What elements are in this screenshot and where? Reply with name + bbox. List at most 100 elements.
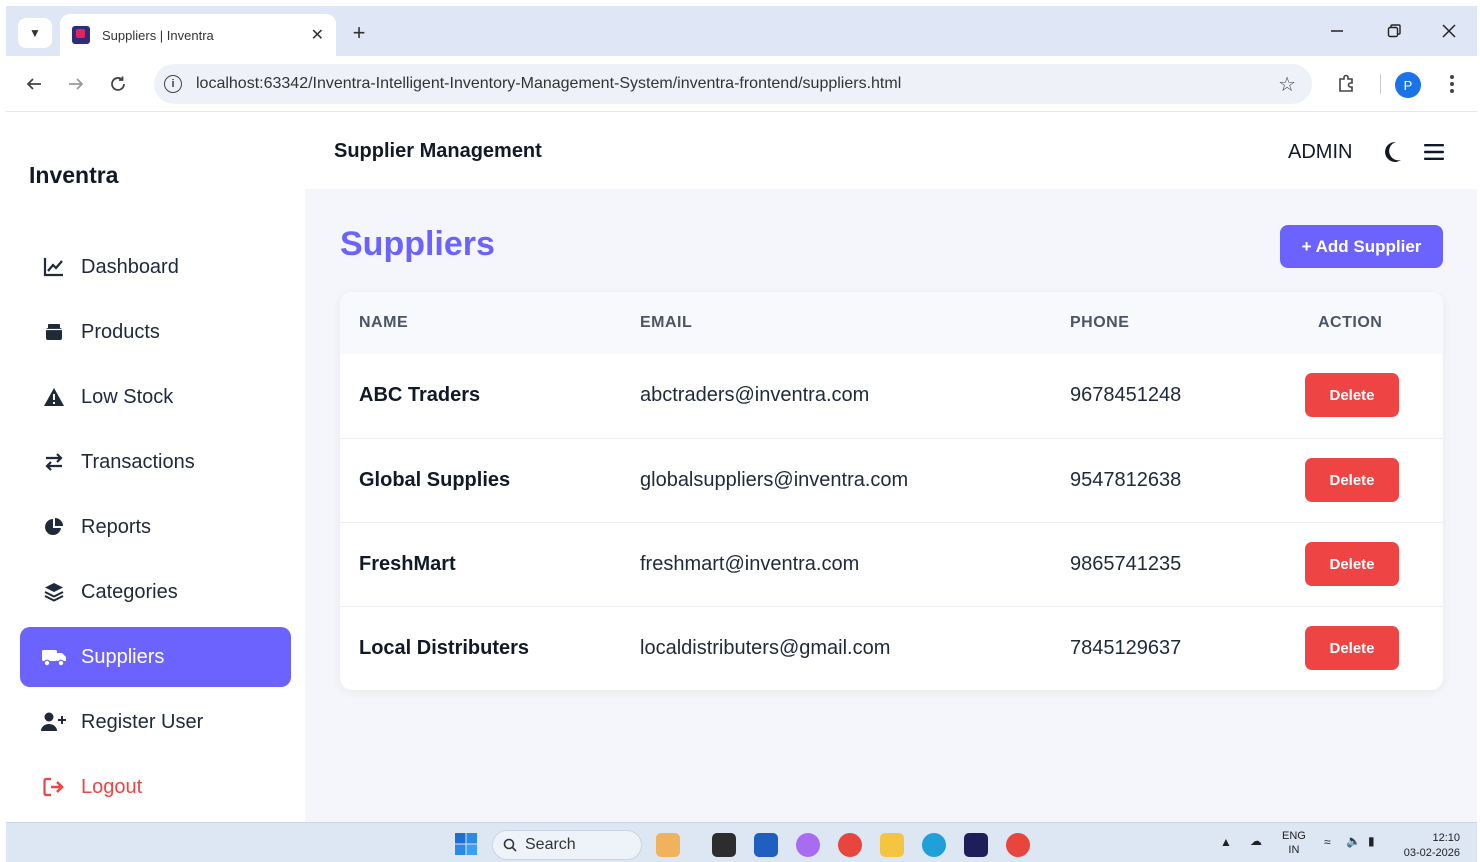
os-taskbar: Search ▲ ☁ ENG IN ≈ 🔈 ▮ 12:10 03-02-2026: [6, 822, 1477, 862]
store-icon[interactable]: [754, 833, 778, 857]
sidebar-item-products[interactable]: Products: [20, 302, 291, 362]
language-indicator[interactable]: ENG IN: [1282, 829, 1306, 857]
browser-tab[interactable]: Suppliers | Inventra ✕: [60, 14, 336, 56]
column-header-name: NAME: [359, 314, 409, 331]
supplier-name: ABC Traders: [359, 384, 481, 406]
cloud-icon[interactable]: ☁: [1250, 834, 1262, 848]
copilot-icon[interactable]: [796, 833, 820, 857]
sidebar-item-label: Transactions: [81, 450, 195, 473]
close-tab-icon[interactable]: ✕: [311, 25, 324, 45]
delete-button[interactable]: Delete: [1305, 542, 1399, 586]
theme-toggle-button[interactable]: [1377, 137, 1407, 167]
sidebar-item-suppliers[interactable]: Suppliers: [20, 627, 291, 687]
profile-avatar[interactable]: P: [1395, 72, 1421, 98]
puzzle-icon: [1339, 74, 1353, 92]
delete-button[interactable]: Delete: [1305, 458, 1399, 502]
box-icon: [41, 320, 67, 344]
table-row: FreshMart freshmart@inventra.com 9865741…: [340, 522, 1443, 606]
browser-menu-button[interactable]: [1442, 70, 1462, 98]
task-view-icon[interactable]: [712, 833, 736, 857]
user-role-label: ADMIN: [1288, 141, 1353, 163]
chevron-up-icon[interactable]: ▲: [1220, 835, 1232, 849]
app-favicon-icon: [72, 26, 90, 44]
extensions-button[interactable]: [1332, 70, 1360, 98]
battery-icon[interactable]: ▮: [1368, 834, 1375, 848]
sidebar-item-label: Categories: [81, 580, 178, 603]
suppliers-table: NAME EMAIL PHONE ACTION ABC Traders abct…: [340, 292, 1443, 690]
main-content: Supplier Management ADMIN Suppliers + Ad…: [305, 113, 1477, 822]
sidebar-item-categories[interactable]: Categories: [20, 562, 291, 622]
top-bar: Supplier Management ADMIN: [305, 113, 1477, 189]
sidebar-item-register-user[interactable]: Register User: [20, 692, 291, 752]
sidebar-item-label: Dashboard: [81, 255, 179, 278]
hamburger-menu-button[interactable]: [1419, 137, 1449, 167]
browser-toolbar: i localhost:63342/Inventra-Intelligent-I…: [6, 56, 1477, 112]
truck-icon: [41, 645, 67, 669]
sidebar-item-reports[interactable]: Reports: [20, 497, 291, 557]
add-supplier-button[interactable]: + Add Supplier: [1280, 225, 1443, 268]
supplier-email: abctraders@inventra.com: [640, 384, 870, 406]
edge-icon[interactable]: [922, 833, 946, 857]
restore-button[interactable]: [1374, 16, 1414, 46]
chrome-active-icon[interactable]: [1006, 833, 1030, 857]
warning-icon: [41, 385, 67, 409]
jetbrains-icon[interactable]: [964, 833, 988, 857]
hamburger-icon: [1424, 144, 1444, 160]
moon-icon: [1385, 141, 1401, 162]
new-tab-button[interactable]: +: [344, 18, 374, 48]
sidebar-item-logout[interactable]: Logout: [20, 757, 291, 817]
widgets-icon[interactable]: [656, 833, 680, 857]
exchange-icon: [41, 450, 67, 474]
windows-start-button[interactable]: [454, 832, 478, 856]
windows-logo-icon: [455, 833, 477, 855]
column-header-phone: PHONE: [1070, 314, 1130, 331]
close-icon: [1442, 24, 1456, 38]
brand-logo-text: Inventra: [29, 162, 119, 188]
layers-icon: [41, 580, 67, 604]
sidebar-item-dashboard[interactable]: Dashboard: [20, 237, 291, 297]
forward-button[interactable]: [62, 70, 90, 98]
supplier-phone: 9865741235: [1070, 553, 1182, 575]
user-plus-icon: [41, 710, 67, 734]
site-info-icon[interactable]: i: [164, 75, 182, 93]
clock-date: 03-02-2026: [1403, 847, 1460, 859]
chrome-icon[interactable]: [838, 833, 862, 857]
wifi-icon[interactable]: ≈: [1324, 835, 1331, 849]
bookmark-star-icon[interactable]: ☆: [1278, 72, 1296, 97]
reload-icon: [111, 76, 125, 91]
url-text: localhost:63342/Inventra-Intelligent-Inv…: [196, 75, 902, 92]
kebab-menu-icon: [1450, 75, 1454, 93]
minimize-button[interactable]: [1317, 16, 1357, 46]
supplier-name: Global Supplies: [359, 469, 511, 491]
arrow-right-icon: [69, 78, 84, 90]
volume-icon[interactable]: 🔈: [1346, 834, 1361, 848]
close-window-button[interactable]: [1429, 16, 1469, 46]
sidebar-item-transactions[interactable]: Transactions: [20, 432, 291, 492]
search-icon: [503, 838, 517, 852]
tab-search-button[interactable]: ▼: [18, 18, 52, 48]
restore-icon: [1387, 24, 1401, 38]
toolbar-divider: [1380, 74, 1381, 94]
taskbar-search-label: Search: [525, 836, 576, 853]
delete-button[interactable]: Delete: [1305, 373, 1399, 417]
supplier-phone: 9678451248: [1070, 384, 1182, 406]
sidebar-item-label: Reports: [81, 515, 152, 538]
reload-button[interactable]: [104, 70, 132, 98]
logout-icon: [41, 775, 67, 799]
page-title: Supplier Management: [334, 140, 542, 162]
table-row: ABC Traders abctraders@inventra.com 9678…: [340, 354, 1443, 438]
file-explorer-icon[interactable]: [880, 833, 904, 857]
sidebar-item-low-stock[interactable]: Low Stock: [20, 367, 291, 427]
language-label: ENG: [1282, 830, 1306, 842]
address-bar[interactable]: i localhost:63342/Inventra-Intelligent-I…: [154, 64, 1312, 104]
taskbar-search[interactable]: Search: [492, 830, 642, 860]
chart-line-icon: [41, 255, 67, 279]
section-title: Suppliers: [340, 225, 495, 263]
delete-button[interactable]: Delete: [1305, 626, 1399, 670]
back-button[interactable]: [20, 70, 48, 98]
supplier-name: Local Distributers: [359, 637, 530, 659]
system-clock[interactable]: 12:10 03-02-2026: [1396, 831, 1460, 861]
supplier-name: FreshMart: [359, 553, 456, 575]
sidebar-item-label: Logout: [81, 775, 143, 798]
browser-tab-strip: ▼ Suppliers | Inventra ✕ +: [6, 6, 1477, 56]
